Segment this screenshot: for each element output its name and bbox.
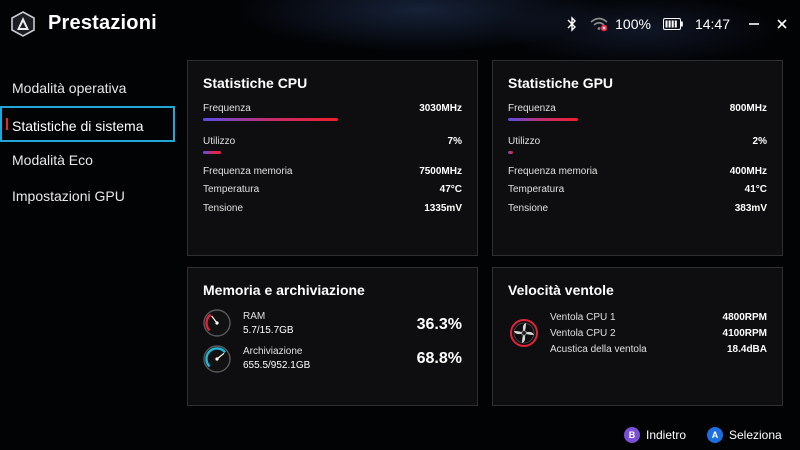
gpu-temperature-value: 41°C (744, 184, 767, 195)
memory-storage-card: Memoria e archiviazione RAM 5.7/15.7GB 3… (187, 267, 478, 406)
cpu-memory-frequency-value: 7500MHz (419, 166, 462, 177)
gpu-memory-frequency-row: Frequenza memoria 400MHz (508, 166, 767, 177)
fan-icon (510, 319, 538, 347)
fan-speed-card: Velocità ventole Ventola CPU 1 4800RPM V… (492, 267, 783, 406)
app-title: Prestazioni (48, 12, 157, 34)
active-marker (6, 118, 8, 130)
status-area: 100% 14:47 (555, 14, 790, 34)
ram-label: RAM (243, 311, 266, 322)
sidebar-item-label: Statistiche di sistema (12, 118, 144, 134)
storage-gauge-icon (203, 345, 231, 373)
cpu-usage-row: Utilizzo 7% (203, 136, 462, 147)
cpu-temperature-row: Temperatura 47°C (203, 184, 462, 195)
select-hint[interactable]: A Seleziona (707, 427, 782, 443)
stat-label: Frequenza (203, 103, 251, 114)
clock: 14:47 (694, 16, 730, 32)
stat-label: Ventola CPU 2 (550, 328, 616, 339)
storage-percent: 68.8% (416, 350, 462, 367)
card-title: Statistiche GPU (508, 75, 614, 91)
stat-label: Acustica della ventola (550, 344, 647, 355)
card-title: Velocità ventole (508, 282, 614, 298)
close-button[interactable] (774, 16, 790, 32)
storage-label: Archiviazione (243, 346, 303, 357)
sidebar-item-label: Impostazioni GPU (12, 188, 125, 204)
stat-label: Frequenza memoria (203, 166, 293, 177)
cpu-usage-value: 7% (447, 136, 462, 147)
sidebar-item-statistiche-di-sistema[interactable]: Statistiche di sistema (0, 106, 175, 142)
title-bar: Prestazioni 100% 14:47 (0, 0, 800, 50)
gpu-stats-card: Statistiche GPU Frequenza 800MHz Utilizz… (492, 60, 783, 256)
gpu-usage-row: Utilizzo 2% (508, 136, 767, 147)
minimize-button[interactable] (746, 16, 762, 32)
battery-icon (662, 18, 683, 30)
wifi-disconnected-icon[interactable] (589, 16, 609, 32)
back-hint[interactable]: B Indietro (624, 427, 686, 443)
gpu-frequency-value: 800MHz (729, 103, 767, 114)
stat-label: Utilizzo (203, 136, 236, 147)
sidebar-item-label: Modalità operativa (12, 80, 127, 96)
battery-percent: 100% (615, 16, 651, 32)
b-button-icon: B (624, 427, 640, 443)
cpu-stats-card: Statistiche CPU Frequenza 3030MHz Utiliz… (187, 60, 478, 256)
sidebar-nav: Modalità operativa Statistiche di sistem… (0, 70, 180, 214)
sidebar-item-modalita-operativa[interactable]: Modalità operativa (0, 70, 180, 106)
stat-label: Ventola CPU 1 (550, 312, 616, 323)
gpu-voltage-value: 383mV (734, 203, 767, 214)
select-label: Seleziona (729, 428, 782, 442)
stat-label: Tensione (203, 203, 244, 214)
gpu-usage-value: 2% (752, 136, 767, 147)
cpu-voltage-row: Tensione 1335mV (203, 203, 462, 214)
sidebar-item-label: Modalità Eco (12, 152, 93, 168)
a-button-icon: A (707, 427, 723, 443)
cpu-temperature-value: 47°C (439, 184, 462, 195)
gpu-frequency-row: Frequenza 800MHz (508, 103, 767, 114)
armoury-logo-icon (11, 11, 35, 37)
stat-label: Frequenza (508, 103, 556, 114)
gpu-memory-frequency-value: 400MHz (729, 166, 767, 177)
card-title: Memoria e archiviazione (203, 282, 365, 298)
cpu-memory-frequency-row: Frequenza memoria 7500MHz (203, 166, 462, 177)
fan2-row: Ventola CPU 2 4100RPM (550, 328, 767, 339)
close-icon (777, 19, 787, 29)
gpu-temperature-row: Temperatura 41°C (508, 184, 767, 195)
stat-label: Tensione (508, 203, 549, 214)
fan1-speed-value: 4800RPM (722, 312, 767, 323)
storage-usage-value: 655.5/952.1GB (243, 360, 311, 371)
stat-label: Temperatura (508, 184, 565, 195)
stat-label: Temperatura (203, 184, 260, 195)
sidebar-item-impostazioni-gpu[interactable]: Impostazioni GPU (0, 178, 180, 214)
fan1-row: Ventola CPU 1 4800RPM (550, 312, 767, 323)
minimize-icon (749, 23, 759, 25)
fan-acoustic-row: Acustica della ventola 18.4dBA (550, 344, 767, 355)
sidebar-item-modalita-eco[interactable]: Modalità Eco (0, 142, 180, 178)
gpu-usage-bar (508, 151, 514, 154)
stat-label: Utilizzo (508, 136, 541, 147)
cpu-frequency-row: Frequenza 3030MHz (203, 103, 462, 114)
gpu-frequency-bar (508, 118, 578, 121)
cpu-usage-bar (203, 151, 222, 154)
ram-usage-value: 5.7/15.7GB (243, 325, 294, 336)
card-title: Statistiche CPU (203, 75, 308, 91)
bluetooth-icon[interactable] (567, 16, 577, 32)
cpu-voltage-value: 1335mV (424, 203, 462, 214)
fan2-speed-value: 4100RPM (722, 328, 767, 339)
ram-percent: 36.3% (416, 316, 462, 333)
cpu-frequency-value: 3030MHz (419, 103, 462, 114)
ram-gauge-icon (203, 309, 231, 337)
cpu-frequency-bar (203, 118, 339, 121)
stat-label: Frequenza memoria (508, 166, 598, 177)
fan-acoustic-value: 18.4dBA (726, 344, 767, 355)
gpu-voltage-row: Tensione 383mV (508, 203, 767, 214)
back-label: Indietro (646, 428, 687, 442)
